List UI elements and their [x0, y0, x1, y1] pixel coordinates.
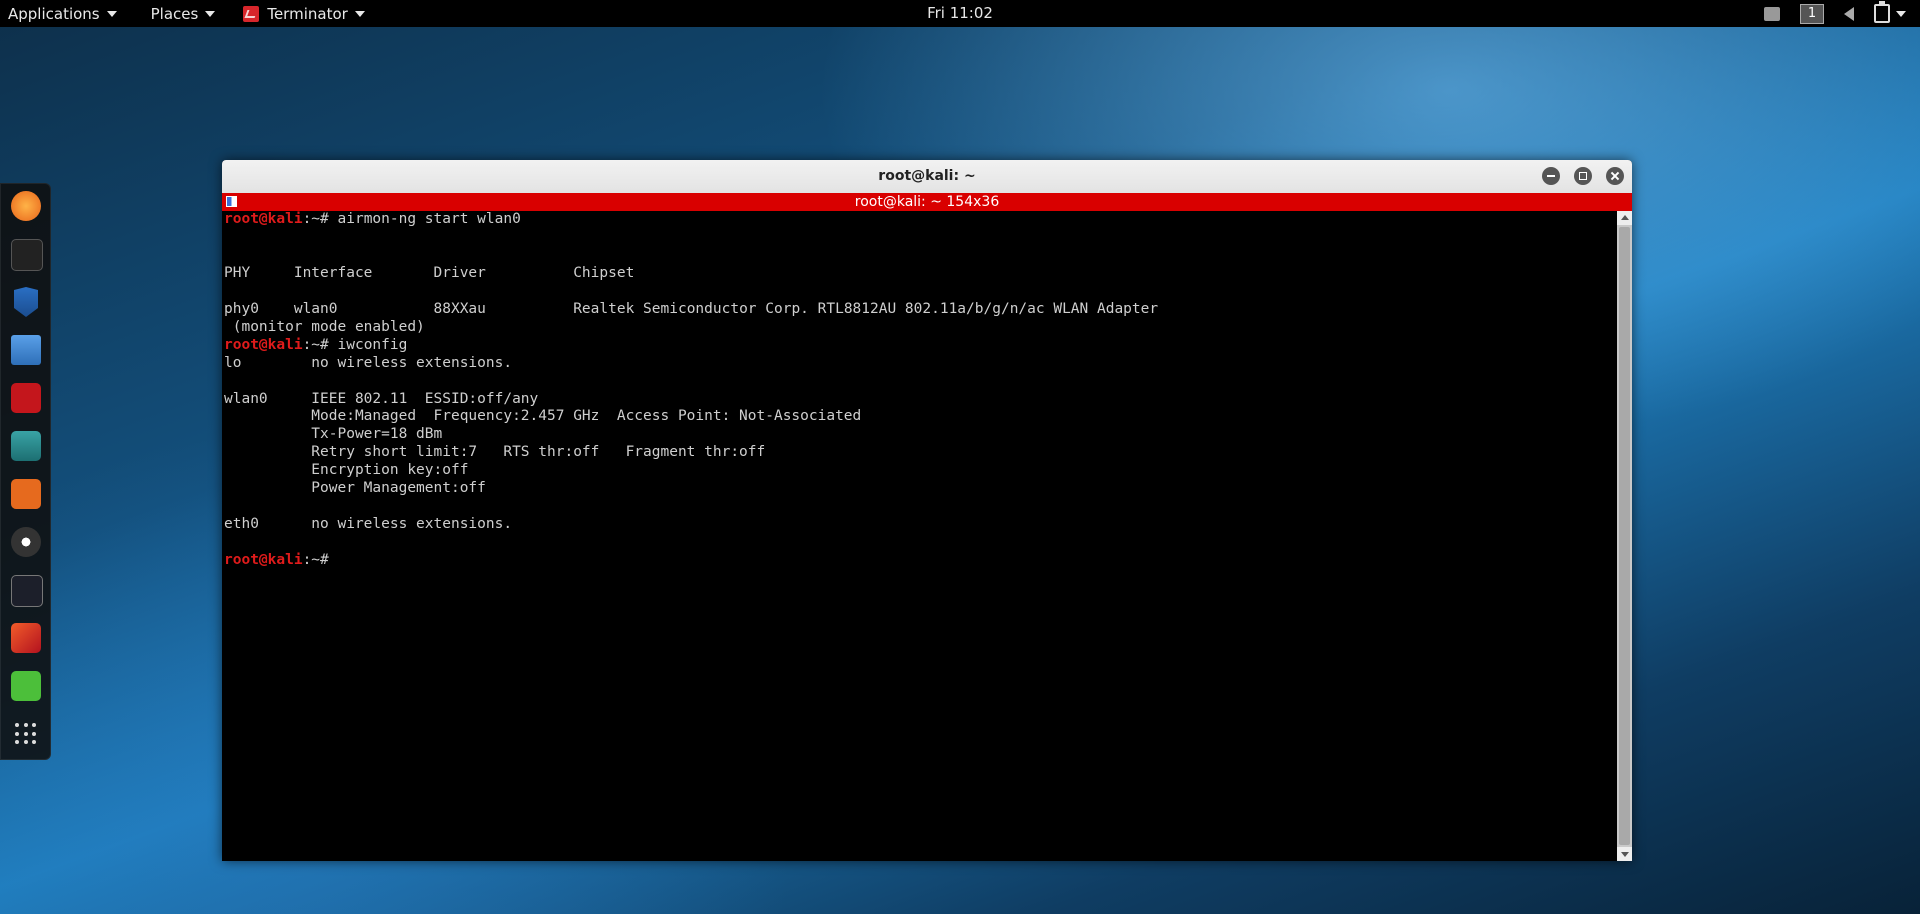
command-line: [329, 552, 338, 568]
window-titlebar[interactable]: root@kali: ~: [222, 160, 1632, 193]
vertical-scrollbar[interactable]: [1617, 211, 1632, 861]
terminal-window: root@kali: ~ root@kali: ~ 154x36 root@ka…: [222, 160, 1632, 861]
faraday-icon[interactable]: [11, 623, 41, 653]
terminator-icon: [243, 5, 260, 22]
window-title: root@kali: ~: [878, 168, 976, 184]
prompt-user: root@kali: [224, 211, 303, 227]
window-controls: [1528, 167, 1624, 185]
terminal-icon[interactable]: [11, 239, 43, 271]
beef-icon[interactable]: [11, 575, 43, 607]
scroll-down-arrow-icon[interactable]: [1617, 847, 1632, 861]
workspace-indicator[interactable]: 1: [1800, 3, 1824, 24]
leafpad-icon[interactable]: [11, 671, 41, 701]
prompt-suffix: :~#: [302, 211, 329, 227]
terminal-output-area[interactable]: root@kali:~# airmon-ng start wlan0 PHY I…: [222, 211, 1617, 861]
top-bar: Applications Places Terminator Fri 11:02…: [0, 0, 1920, 27]
video-camera-icon[interactable]: [1764, 6, 1780, 21]
maximize-button[interactable]: [1574, 167, 1592, 185]
command-output: lo no wireless extensions. wlan0 IEEE 80…: [224, 354, 862, 533]
places-menu[interactable]: Places: [143, 0, 224, 27]
volume-icon[interactable]: [1844, 6, 1854, 21]
terminal-tab-titlebar[interactable]: root@kali: ~ 154x36: [222, 193, 1632, 211]
firefox-icon[interactable]: [11, 191, 41, 221]
files-icon[interactable]: [11, 335, 41, 365]
burpsuite-icon[interactable]: [11, 479, 41, 509]
system-tray: 1: [1754, 0, 1920, 27]
close-button[interactable]: [1606, 167, 1624, 185]
grid-dots: [11, 719, 41, 749]
terminator-icon[interactable]: [11, 383, 41, 413]
command-line: iwconfig: [328, 336, 408, 353]
tab-title: root@kali: ~ 154x36: [854, 194, 1000, 210]
applications-label: Applications: [8, 4, 100, 23]
command-line: airmon-ng start wlan0: [328, 211, 521, 227]
prompt-suffix: :~#: [302, 336, 329, 353]
battery-icon: [1874, 1, 1890, 23]
scrollbar-thumb[interactable]: [1619, 227, 1630, 845]
scroll-up-arrow-icon[interactable]: [1617, 211, 1632, 225]
dock: [0, 183, 51, 760]
prompt-suffix: :~#: [302, 552, 329, 569]
prompt-user: root@kali: [224, 552, 303, 569]
metasploit-icon[interactable]: [14, 287, 38, 317]
armitage-icon[interactable]: [11, 527, 41, 557]
places-label: Places: [150, 4, 199, 23]
video-camera-glyph: [1764, 6, 1780, 21]
maltego-icon[interactable]: [11, 431, 41, 461]
speaker-glyph: [1844, 6, 1854, 21]
prompt-user: root@kali: [224, 336, 303, 353]
show-apps-icon[interactable]: [11, 719, 41, 749]
app-menu-label: Terminator: [267, 4, 348, 23]
terminal-group-icon[interactable]: [226, 196, 237, 207]
app-menu[interactable]: Terminator: [235, 0, 372, 27]
workspace-number: 1: [1800, 3, 1824, 24]
applications-menu[interactable]: Applications: [0, 0, 125, 27]
chevron-down-icon: [354, 10, 365, 17]
chevron-down-icon: [106, 10, 117, 17]
terminal-text: root@kali:~# airmon-ng start wlan0 PHY I…: [222, 211, 1617, 570]
power-menu[interactable]: [1874, 1, 1906, 23]
chevron-down-icon: [205, 10, 216, 17]
chevron-down-icon: [1896, 10, 1906, 17]
minimize-button[interactable]: [1542, 167, 1560, 185]
command-output: PHY Interface Driver Chipset phy0 wlan0 …: [224, 264, 1159, 335]
